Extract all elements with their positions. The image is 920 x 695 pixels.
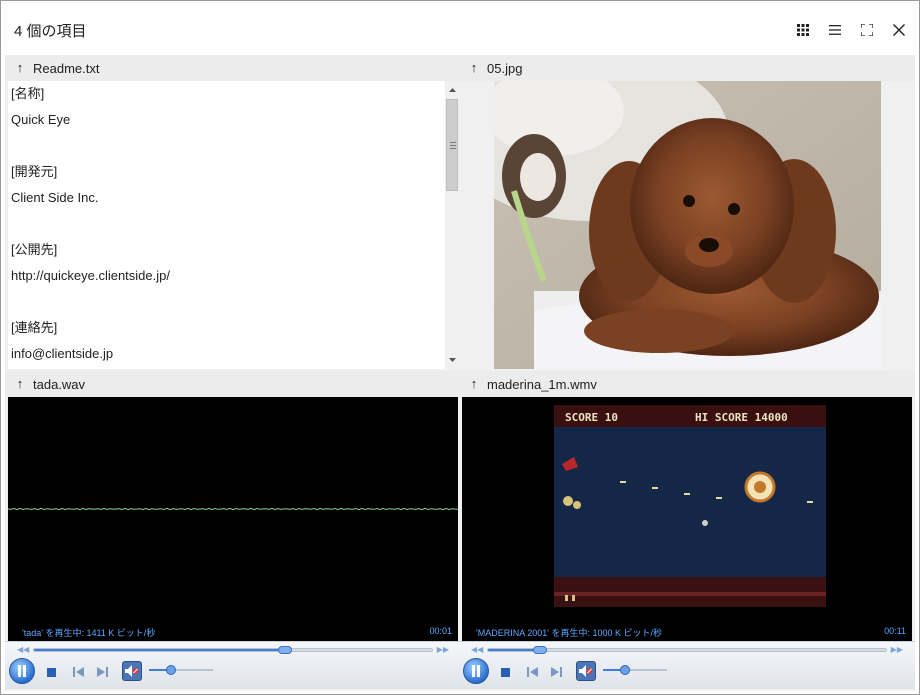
grid-icon — [797, 24, 809, 36]
previous-button[interactable] — [525, 665, 539, 679]
up-arrow-icon[interactable]: ↑ — [13, 376, 27, 392]
waveform-line — [8, 507, 458, 511]
playback-status: 'tada' を再生中: 1411 K ビット/秒 — [22, 628, 156, 638]
seek-knob[interactable] — [277, 646, 292, 654]
audio-visualization: 'tada' を再生中: 1411 K ビット/秒 00:01 — [8, 397, 458, 641]
title-bar: 4 個の項目 — [1, 1, 919, 55]
previous-icon — [72, 667, 84, 677]
up-arrow-icon[interactable]: ↑ — [467, 376, 481, 392]
mute-button[interactable] — [576, 661, 596, 681]
player-controls: ◀◀ ▶▶ — [5, 641, 461, 689]
fullscreen-button[interactable] — [855, 18, 879, 42]
up-arrow-icon[interactable]: ↑ — [13, 60, 27, 76]
status-bar: 'tada' を再生中: 1411 K ビット/秒 00:01 — [8, 623, 458, 639]
list-icon — [829, 25, 841, 35]
previous-icon — [526, 667, 538, 677]
pane-video: ↑ maderina_1m.wmv SCORE 10 HI SCORE 1400… — [459, 371, 915, 691]
stop-icon — [500, 667, 510, 677]
vertical-scrollbar[interactable] — [445, 81, 459, 369]
game-score: SCORE 10 — [565, 411, 618, 424]
volume-knob[interactable] — [620, 665, 631, 675]
text-line — [11, 137, 442, 163]
text-line: [公開先] — [11, 242, 58, 257]
scroll-down-arrow-icon[interactable] — [445, 353, 459, 367]
pane-header: ↑ Readme.txt — [5, 55, 461, 81]
pane-header: ↑ tada.wav — [5, 371, 461, 397]
rewind-icon[interactable]: ◀◀ — [471, 645, 483, 654]
pane-filename: Readme.txt — [33, 61, 100, 76]
text-line: [開発元] — [11, 164, 58, 179]
text-line: Client Side Inc. — [11, 190, 99, 205]
list-view-button[interactable] — [823, 18, 847, 42]
pause-button[interactable] — [463, 658, 489, 684]
playback-time: 00:11 — [884, 626, 906, 636]
text-line: info@clientside.jp — [11, 346, 114, 361]
pane-filename: tada.wav — [33, 377, 86, 392]
pane-filename: maderina_1m.wmv — [487, 377, 597, 392]
mute-button[interactable] — [122, 661, 142, 681]
next-icon — [96, 667, 108, 677]
pause-button[interactable] — [9, 658, 35, 684]
seek-progress — [488, 649, 540, 651]
up-arrow-icon[interactable]: ↑ — [467, 60, 481, 76]
seek-progress — [34, 649, 285, 651]
next-icon — [550, 667, 562, 677]
text-line: [連絡先] — [11, 320, 58, 335]
pause-icon — [18, 665, 26, 677]
stop-button[interactable] — [45, 666, 57, 678]
playback-status: 'MADERINA 2001' を再生中: 1000 K ビット/秒 — [476, 628, 662, 638]
fast-forward-icon[interactable]: ▶▶ — [891, 645, 903, 654]
pause-icon — [472, 665, 480, 677]
pane-filename: 05.jpg — [487, 61, 523, 76]
image-viewer — [462, 81, 912, 369]
fullscreen-icon — [861, 24, 873, 36]
volume-knob[interactable] — [166, 665, 177, 675]
stop-button[interactable] — [499, 666, 511, 678]
next-button[interactable] — [549, 665, 563, 679]
previous-button[interactable] — [71, 665, 85, 679]
close-button[interactable] — [887, 18, 911, 42]
text-line: [名称] — [11, 86, 45, 101]
speaker-mute-icon — [579, 665, 593, 677]
close-icon — [893, 24, 905, 36]
player-controls: ◀◀ ▶▶ — [459, 641, 915, 689]
game-hi-score: HI SCORE 14000 — [695, 411, 788, 424]
stop-icon — [46, 667, 56, 677]
volume-slider[interactable] — [603, 665, 667, 675]
text-line — [11, 215, 442, 241]
pane-readme: ↑ Readme.txt [名称] Quick Eye [開発元] Client… — [5, 55, 461, 371]
volume-slider[interactable] — [149, 665, 213, 675]
pane-image: ↑ 05.jpg — [459, 55, 915, 371]
text-line: Quick Eye — [11, 112, 71, 127]
speaker-mute-icon — [125, 665, 139, 677]
scroll-up-arrow-icon[interactable] — [445, 83, 459, 97]
rewind-icon[interactable]: ◀◀ — [17, 645, 29, 654]
seek-bar[interactable] — [487, 646, 887, 654]
status-bar: 'MADERINA 2001' を再生中: 1000 K ビット/秒 00:11 — [462, 623, 912, 639]
next-button[interactable] — [95, 665, 109, 679]
text-line — [11, 293, 442, 319]
pane-audio: ↑ tada.wav 'tada' を再生中: 1411 K ビット/秒 00:… — [5, 371, 461, 691]
fast-forward-icon[interactable]: ▶▶ — [437, 645, 449, 654]
seek-knob[interactable] — [532, 646, 547, 654]
text-line: http://quickeye.clientside.jp/ — [11, 268, 170, 283]
window-title: 4 個の項目 — [14, 23, 87, 40]
pane-header: ↑ maderina_1m.wmv — [459, 371, 915, 397]
scroll-thumb[interactable] — [446, 99, 458, 191]
grid-view-button[interactable] — [791, 18, 815, 42]
pane-header: ↑ 05.jpg — [459, 55, 915, 81]
playback-time: 00:01 — [429, 626, 452, 636]
game-video-frame: SCORE 10 HI SCORE 14000 — [554, 405, 826, 607]
dog-photo — [494, 81, 881, 369]
video-display: SCORE 10 HI SCORE 14000 'MADERINA 2001' … — [462, 397, 912, 641]
quick-look-window: 4 個の項目 ↑ Readme.txt [名称] Quick Eye [開発元]… — [0, 0, 920, 695]
seek-bar[interactable] — [33, 646, 433, 654]
text-content: [名称] Quick Eye [開発元] Client Side Inc. [公… — [8, 81, 445, 369]
